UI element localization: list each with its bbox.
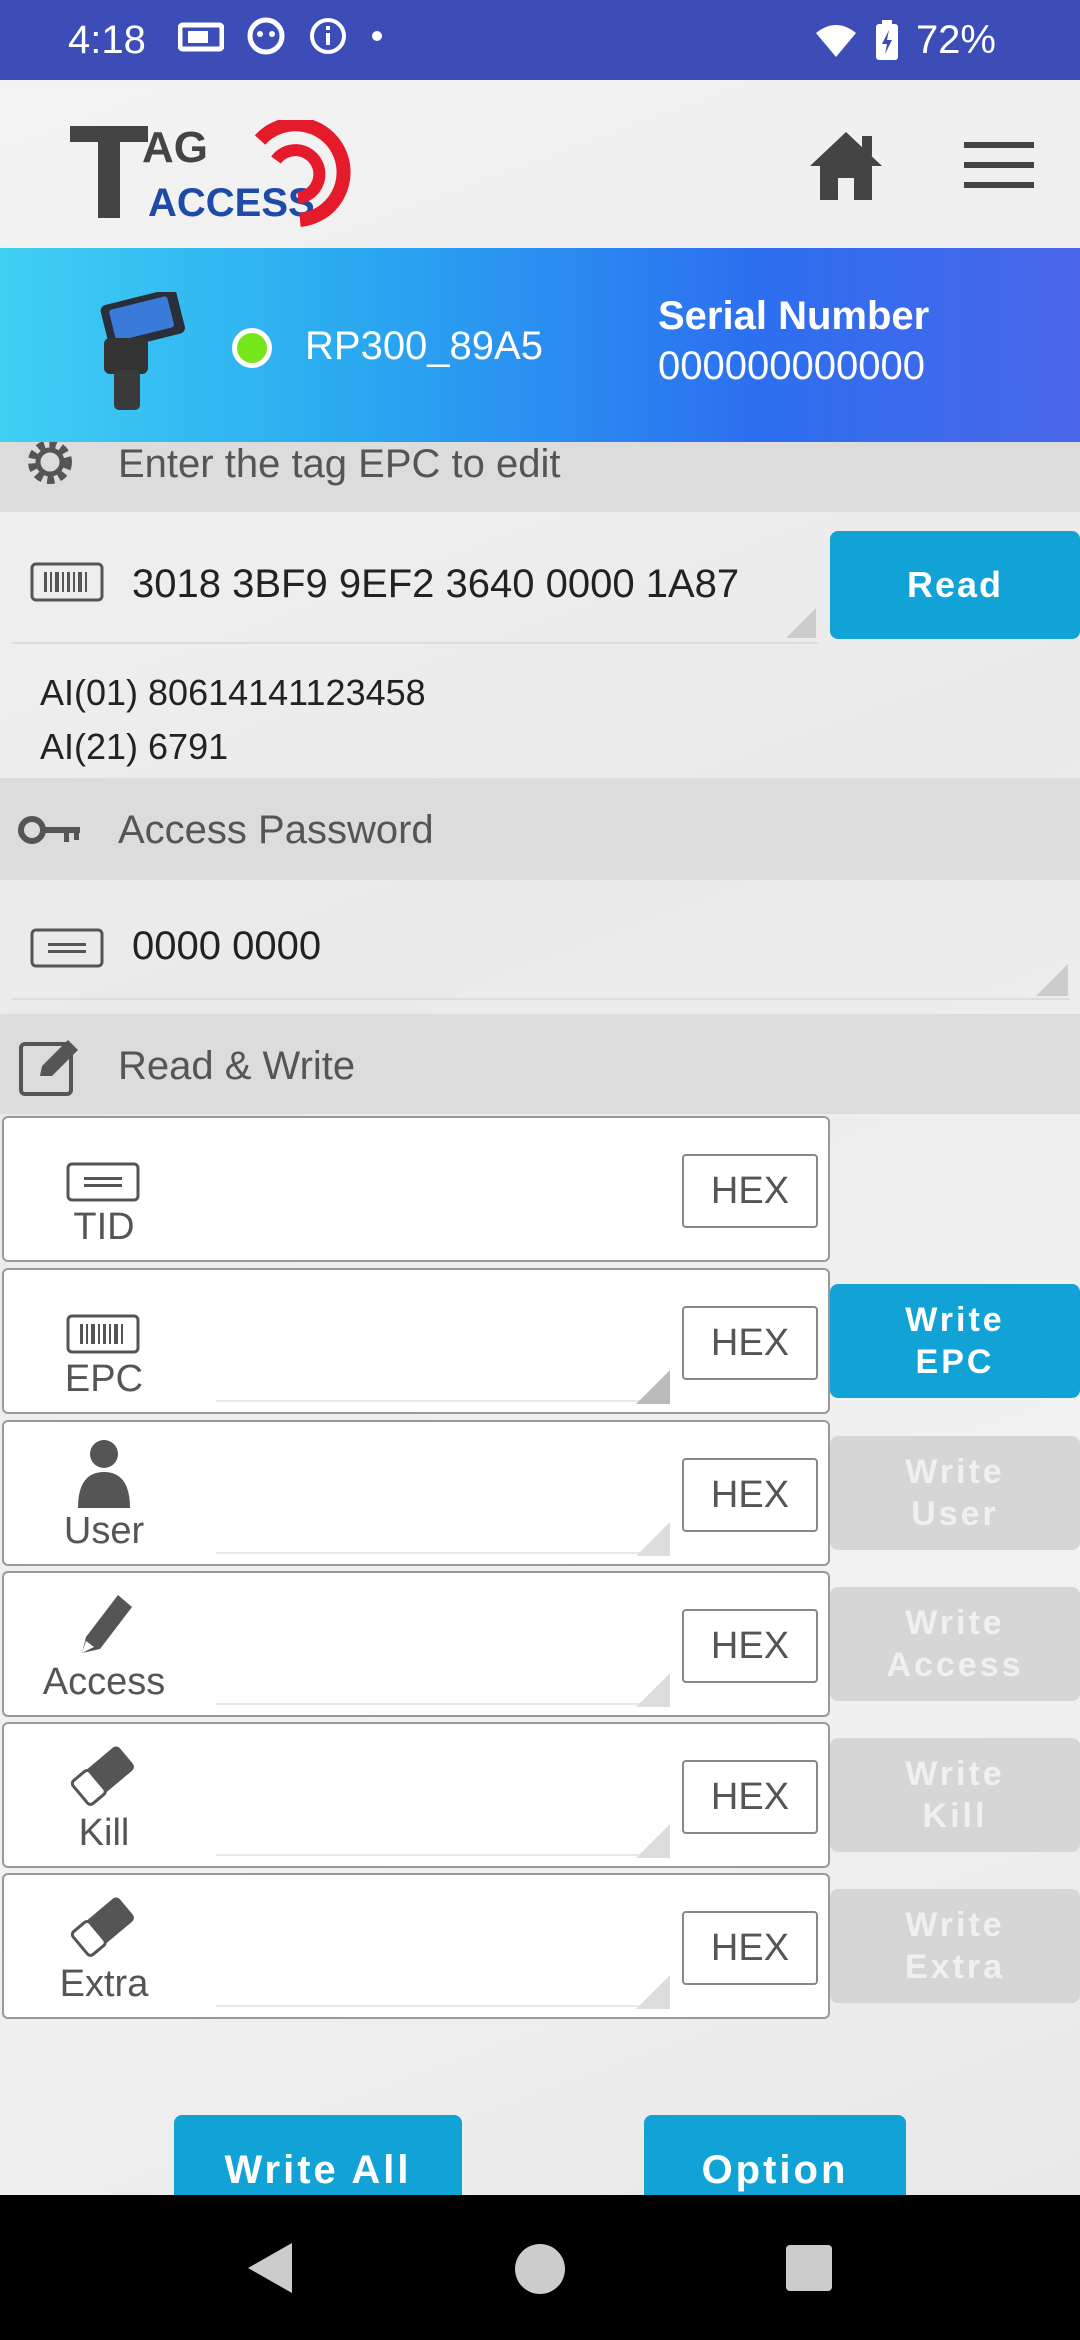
rfid-reader-image bbox=[100, 292, 185, 410]
info-icon bbox=[310, 18, 346, 54]
connection-status-indicator bbox=[232, 328, 272, 368]
svg-text:ACCESS: ACCESS bbox=[148, 181, 315, 225]
eraser-icon bbox=[70, 1897, 134, 1957]
tid-hex-toggle[interactable]: HEX bbox=[682, 1154, 818, 1228]
id-card-icon bbox=[30, 928, 104, 968]
kill-row[interactable]: Kill HEX bbox=[2, 1722, 830, 1868]
access-password-field[interactable]: 0000 0000 bbox=[12, 880, 1070, 1000]
user-row[interactable]: User HEX bbox=[2, 1420, 830, 1566]
epc-label: EPC bbox=[64, 1358, 144, 1400]
epc-section-title: Enter the tag EPC to edit bbox=[118, 442, 561, 486]
user-hex-toggle[interactable]: HEX bbox=[682, 1458, 818, 1532]
barcode-icon bbox=[30, 562, 104, 602]
device-name: RP300_89A5 bbox=[305, 324, 543, 368]
kill-hex-toggle[interactable]: HEX bbox=[682, 1760, 818, 1834]
write-access-button[interactable]: Write Access bbox=[830, 1587, 1080, 1701]
device-banner[interactable]: RP300_89A5 Serial Number 000000000000 bbox=[0, 248, 1080, 442]
edit-icon bbox=[19, 1040, 78, 1096]
extra-hex-toggle[interactable]: HEX bbox=[682, 1911, 818, 1985]
status-bar: 4:18 72% bbox=[0, 0, 1080, 80]
svg-text:AG: AG bbox=[142, 123, 208, 172]
epc-hex-toggle[interactable]: HEX bbox=[682, 1306, 818, 1380]
tid-row[interactable]: TID HEX bbox=[2, 1116, 830, 1262]
status-time: 4:18 bbox=[68, 18, 146, 62]
epc-section-header: Enter the tag EPC to edit bbox=[0, 442, 1080, 512]
extra-row[interactable]: Extra HEX bbox=[2, 1873, 830, 2019]
write-kill-button[interactable]: Write Kill bbox=[830, 1738, 1080, 1852]
write-all-button[interactable]: Write All bbox=[174, 2115, 462, 2195]
eraser-icon bbox=[70, 1746, 134, 1806]
read-write-section-title: Read & Write bbox=[118, 1044, 356, 1088]
ai-line-01: AI(01) 80614141123458 bbox=[40, 672, 426, 713]
ai-line-21: AI(21) 6791 bbox=[40, 726, 229, 767]
back-icon[interactable] bbox=[244, 2241, 296, 2295]
extra-label: Extra bbox=[59, 1963, 149, 2005]
face-icon bbox=[247, 17, 285, 55]
access-hex-toggle[interactable]: HEX bbox=[682, 1609, 818, 1683]
home-nav-icon[interactable] bbox=[514, 2243, 566, 2295]
epc-input-field[interactable]: 3018 3BF9 9EF2 3640 0000 1A87 bbox=[12, 512, 818, 644]
dot-icon bbox=[372, 31, 382, 41]
user-label: User bbox=[63, 1510, 145, 1552]
epc-row[interactable]: EPC HEX bbox=[2, 1268, 830, 1414]
tid-label: TID bbox=[73, 1206, 135, 1248]
kill-label: Kill bbox=[78, 1812, 130, 1854]
write-user-button[interactable]: Write User bbox=[830, 1436, 1080, 1550]
user-icon bbox=[78, 1440, 130, 1508]
serial-number-value: 000000000000 bbox=[658, 344, 925, 388]
hamburger-menu-icon[interactable] bbox=[964, 140, 1034, 190]
key-icon bbox=[18, 816, 80, 844]
read-button[interactable]: Read bbox=[830, 531, 1080, 639]
tid-card-icon bbox=[66, 1162, 140, 1202]
camera-icon bbox=[178, 22, 224, 52]
access-password-value: 0000 0000 bbox=[132, 924, 322, 968]
battery-icon bbox=[875, 19, 898, 60]
write-extra-button[interactable]: Write Extra bbox=[830, 1889, 1080, 2003]
read-write-section-header: Read & Write bbox=[0, 1014, 1080, 1114]
serial-number-label: Serial Number bbox=[658, 294, 930, 338]
pencil-icon bbox=[82, 1595, 132, 1653]
barcode-icon bbox=[66, 1314, 140, 1354]
app-header: AG ACCESS bbox=[0, 80, 1080, 248]
password-section-header: Access Password bbox=[0, 778, 1080, 880]
epc-value: 3018 3BF9 9EF2 3640 0000 1A87 bbox=[132, 562, 740, 606]
recents-icon[interactable] bbox=[786, 2245, 832, 2291]
home-icon[interactable] bbox=[808, 128, 884, 204]
battery-percent: 72% bbox=[915, 18, 996, 62]
access-row[interactable]: Access HEX bbox=[2, 1571, 830, 1717]
gear-icon bbox=[28, 442, 72, 484]
access-label: Access bbox=[42, 1661, 166, 1703]
system-nav-bar bbox=[0, 2195, 1080, 2340]
password-section-title: Access Password bbox=[118, 808, 434, 852]
tag-access-logo: AG ACCESS bbox=[70, 120, 351, 227]
option-button[interactable]: Option bbox=[644, 2115, 906, 2195]
write-epc-button[interactable]: Write EPC bbox=[830, 1284, 1080, 1398]
wifi-icon bbox=[815, 24, 856, 57]
